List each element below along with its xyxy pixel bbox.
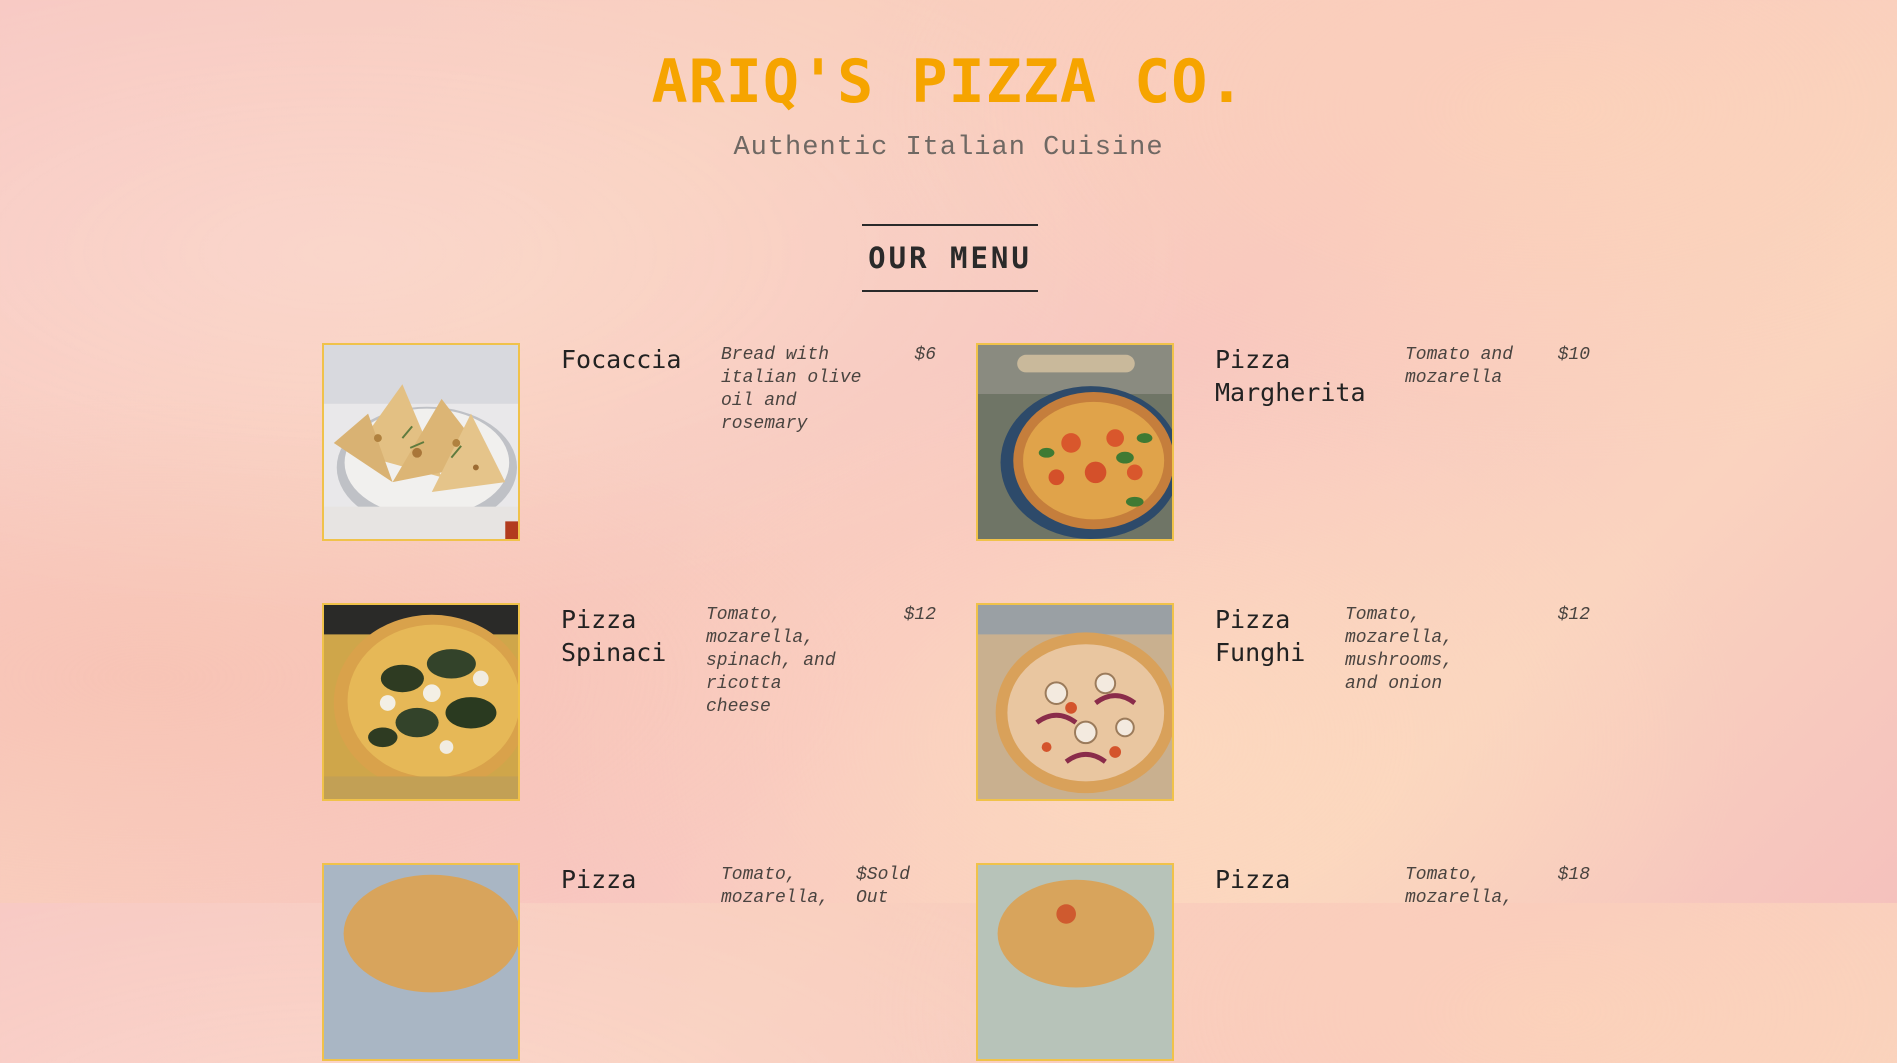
item-name: Pizza Spinaci [561,605,667,667]
menu-section-title: OUR MENU [862,224,1038,292]
item-description: Tomato and mozarella [1405,345,1514,388]
funghi-photo [976,603,1174,801]
menu-item-focaccia: Focaccia Bread with italian olive oil an… [322,343,952,543]
spinaci-photo [322,603,520,801]
menu-item-pizza-sold-out: Pizza Tomato, mozarella, $Sold Out [322,863,952,1063]
item-description: Tomato, mozarella, mushrooms, and onion [1345,605,1454,694]
focaccia-photo [322,343,520,541]
menu-item-pizza: Pizza Tomato, mozarella, $18 [976,863,1606,1063]
menu-item-spinaci: Pizza Spinaci Tomato, mozarella, spinach… [322,603,952,803]
item-price: $10 [1557,345,1590,365]
item-price: $12 [903,605,936,625]
item-name: Pizza Funghi [1215,605,1306,667]
menu-item-funghi: Pizza Funghi Tomato, mozarella, mushroom… [976,603,1606,803]
brand-title: ARIQ'S PIZZA CO. [651,47,1246,117]
item-price: $6 [914,345,936,365]
item-description: Tomato, mozarella, spinach, and ricotta … [706,605,836,717]
item-price: $18 [1557,865,1590,885]
pizza-photo [976,863,1174,1061]
item-name: Pizza Margherita [1215,345,1366,407]
item-name: Pizza [561,865,637,894]
margherita-photo [976,343,1174,541]
pizza-photo [322,863,520,1061]
menu-item-margherita: Pizza Margherita Tomato and mozarella $1… [976,343,1606,543]
item-description: Bread with italian olive oil and rosemar… [721,345,862,434]
item-price: $12 [1557,605,1590,625]
item-name: Focaccia [561,345,682,374]
item-name: Pizza [1215,865,1291,894]
tagline: Authentic Italian Cuisine [733,133,1164,163]
